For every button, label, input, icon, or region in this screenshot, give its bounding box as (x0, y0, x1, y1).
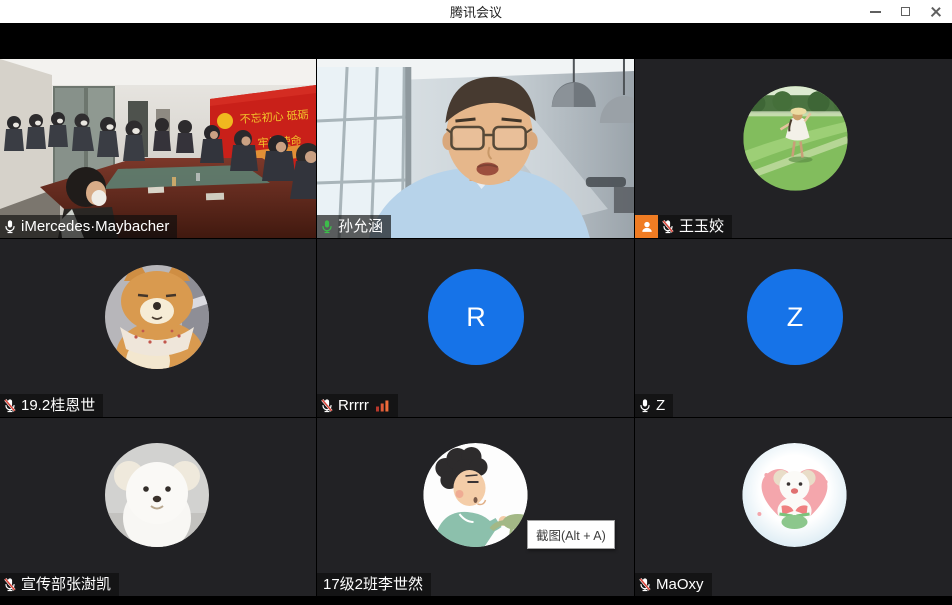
maximize-button[interactable] (890, 0, 920, 23)
participant-label: 17级2班李世然 (317, 573, 431, 596)
window-controls (860, 0, 950, 23)
video-tile-z[interactable]: Z Z (635, 239, 952, 417)
participant-name: 王玉姣 (679, 219, 724, 234)
mic-active-icon (320, 219, 334, 234)
participant-label: MaOxy (635, 573, 712, 596)
screenshot-tooltip: 截图(Alt + A) (527, 520, 615, 549)
maximize-icon (901, 7, 910, 16)
window-titlebar[interactable]: 腾讯会议 (0, 0, 952, 23)
participant-name: Z (656, 398, 665, 413)
participant-name: 孙允涵 (338, 219, 383, 234)
participant-label: 孙允涵 (317, 215, 391, 238)
video-tile-maoxy[interactable]: MaOxy (635, 418, 952, 596)
participant-name: iMercedes·Maybacher (21, 219, 169, 234)
webcam-video (317, 59, 634, 238)
mic-muted-icon (3, 398, 17, 413)
mic-on-icon (3, 219, 17, 234)
minimize-button[interactable] (860, 0, 890, 23)
field-girl-avatar (635, 59, 952, 238)
video-tile-imercedes[interactable]: 不忘初心 砥砺 牢记使命 (0, 59, 316, 238)
video-tile-lishiran[interactable]: 17级2班李世然 (317, 418, 634, 596)
participant-name: 17级2班李世然 (323, 577, 423, 592)
meeting-video-grid: 不忘初心 砥砺 牢记使命 (0, 23, 952, 605)
letter-avatar: Z (747, 269, 843, 365)
participant-label: Z (635, 394, 673, 417)
video-tile-guienshi[interactable]: 19.2桂恩世 (0, 239, 316, 417)
participant-label: 19.2桂恩世 (0, 394, 103, 417)
mic-muted-icon (638, 577, 652, 592)
participant-label: Rrrrr (317, 394, 398, 417)
participant-label: iMercedes·Maybacher (0, 215, 177, 238)
mic-muted-icon (3, 577, 17, 592)
participant-label: 王玉姣 (658, 215, 732, 238)
conference-room-video: 不忘初心 砥砺 牢记使命 (0, 59, 316, 238)
role-badge-icon (635, 215, 658, 238)
video-tile-sunyunhan[interactable]: 孙允涵 (317, 59, 634, 238)
tooltip-text: 截图(Alt + A) (536, 529, 606, 543)
participant-name: Rrrrr (338, 398, 369, 413)
participant-name: 宣传部张澍凯 (21, 577, 111, 592)
white-dog-avatar (0, 418, 316, 596)
video-tile-zhangshukai[interactable]: 宣传部张澍凯 (0, 418, 316, 596)
mic-on-icon (638, 398, 652, 413)
puppy-watermelon-avatar (635, 418, 952, 596)
avatar-letter: Z (787, 302, 804, 333)
mic-muted-icon (320, 398, 334, 413)
letter-avatar: R (428, 269, 524, 365)
video-tile-rrrrr[interactable]: R Rrrrr (317, 239, 634, 417)
minimize-icon (870, 11, 881, 13)
video-tile-wangyujiao[interactable]: 王玉姣 (635, 59, 952, 238)
close-button[interactable] (920, 0, 950, 23)
avatar-letter: R (466, 302, 486, 333)
window-title: 腾讯会议 (0, 2, 952, 21)
mic-muted-icon (661, 219, 675, 234)
network-signal-icon (375, 399, 390, 412)
participant-name: MaOxy (656, 577, 704, 592)
participant-label: 宣传部张澍凯 (0, 573, 119, 596)
shiba-dog-avatar (0, 239, 316, 417)
close-icon (930, 6, 941, 17)
participant-name: 19.2桂恩世 (21, 398, 95, 413)
cartoon-man-dino-avatar (317, 418, 634, 596)
